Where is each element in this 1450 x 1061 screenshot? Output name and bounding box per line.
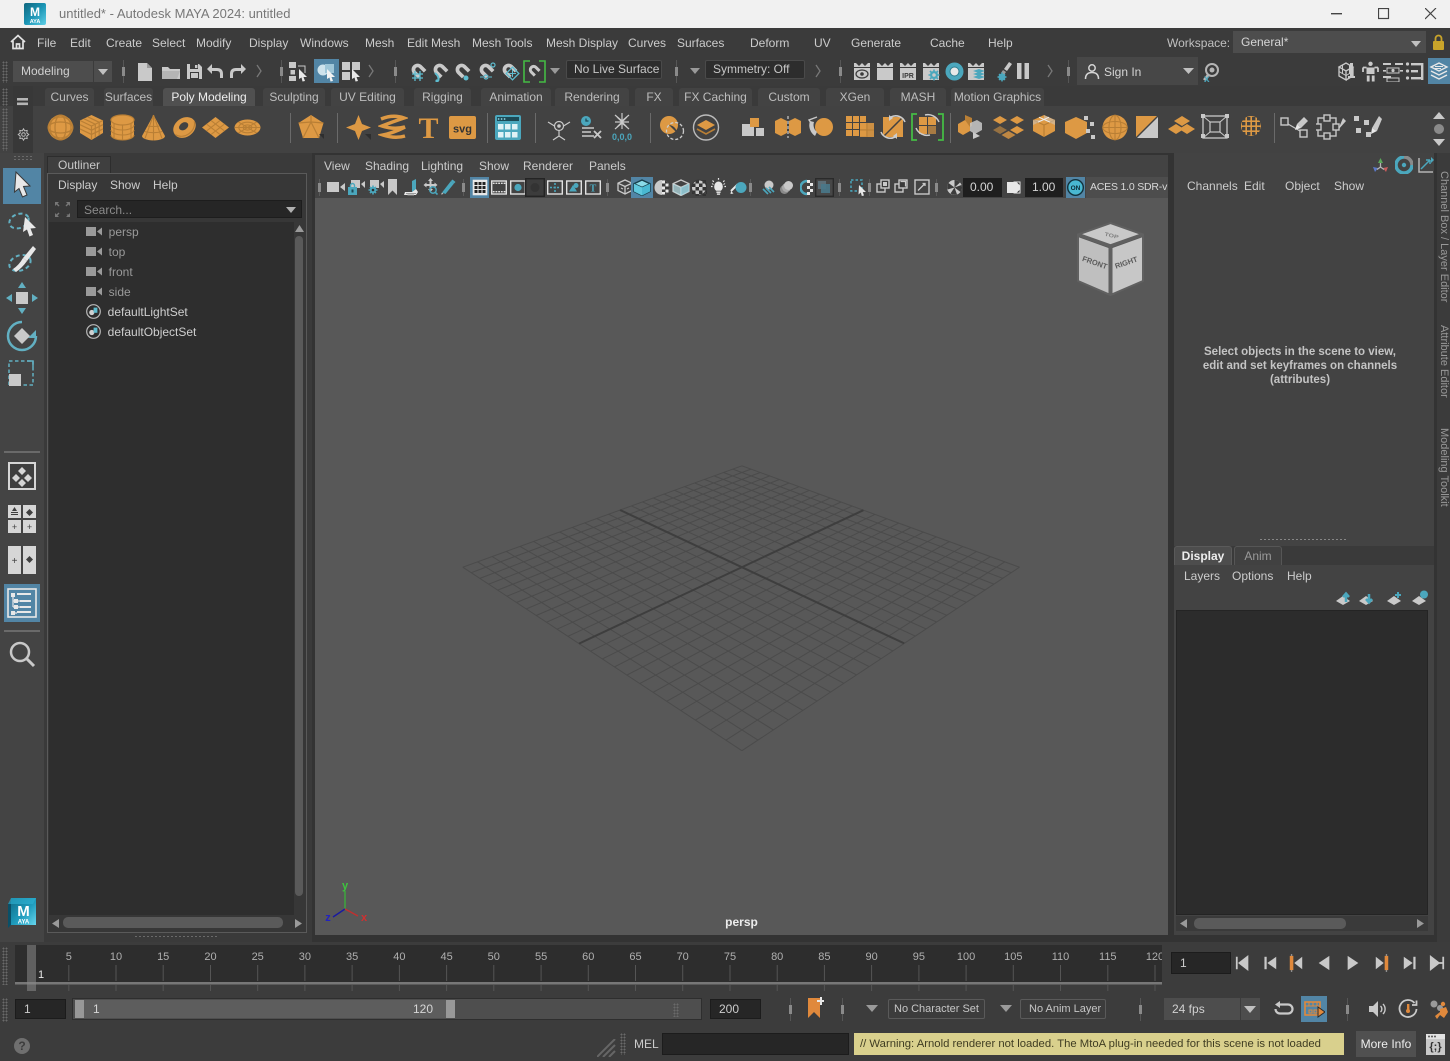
svg-text:60: 60 bbox=[582, 951, 594, 963]
svg-text:M: M bbox=[30, 5, 40, 19]
svg-text:{;}: {;} bbox=[1429, 1041, 1442, 1053]
svg-text:20: 20 bbox=[204, 951, 216, 963]
svg-text:85: 85 bbox=[818, 951, 830, 963]
svg-text:70: 70 bbox=[677, 951, 689, 963]
svg-text:75: 75 bbox=[724, 951, 736, 963]
svg-text:115: 115 bbox=[1099, 951, 1117, 963]
svg-text:80: 80 bbox=[771, 951, 783, 963]
svg-text:?: ? bbox=[18, 1039, 25, 1053]
svg-text:10: 10 bbox=[110, 951, 122, 963]
svg-text:svg: svg bbox=[453, 124, 472, 136]
svg-text:110: 110 bbox=[1052, 951, 1070, 963]
svg-text:95: 95 bbox=[913, 951, 925, 963]
svg-text:+: + bbox=[27, 522, 32, 532]
svg-text:T: T bbox=[418, 114, 438, 141]
svg-text:50: 50 bbox=[488, 951, 500, 963]
svg-text:35: 35 bbox=[346, 951, 358, 963]
svg-text:x: x bbox=[1204, 74, 1210, 83]
svg-text:AYA: AYA bbox=[30, 19, 41, 25]
svg-text:+: + bbox=[12, 556, 18, 567]
svg-text:5: 5 bbox=[66, 951, 72, 963]
svg-text:45: 45 bbox=[440, 951, 452, 963]
svg-text:15: 15 bbox=[157, 951, 169, 963]
svg-text:30: 30 bbox=[299, 951, 311, 963]
svg-text:90: 90 bbox=[865, 951, 877, 963]
svg-text:120: 120 bbox=[1146, 951, 1162, 963]
svg-text:1: 1 bbox=[38, 969, 44, 981]
svg-text:M: M bbox=[17, 903, 30, 920]
svg-text:65: 65 bbox=[629, 951, 641, 963]
svg-text:IPR: IPR bbox=[902, 73, 914, 80]
svg-text:25: 25 bbox=[252, 951, 264, 963]
svg-text:ON: ON bbox=[1071, 185, 1081, 192]
svg-text:55: 55 bbox=[535, 951, 547, 963]
svg-text:40: 40 bbox=[393, 951, 405, 963]
svg-text:T: T bbox=[590, 184, 597, 195]
svg-text:100: 100 bbox=[957, 951, 975, 963]
svg-text:+: + bbox=[12, 522, 17, 532]
svg-text:AYA: AYA bbox=[18, 920, 30, 926]
svg-text:y: y bbox=[342, 881, 349, 892]
svg-text:0,0,0: 0,0,0 bbox=[612, 132, 632, 142]
svg-text:105: 105 bbox=[1004, 951, 1022, 963]
